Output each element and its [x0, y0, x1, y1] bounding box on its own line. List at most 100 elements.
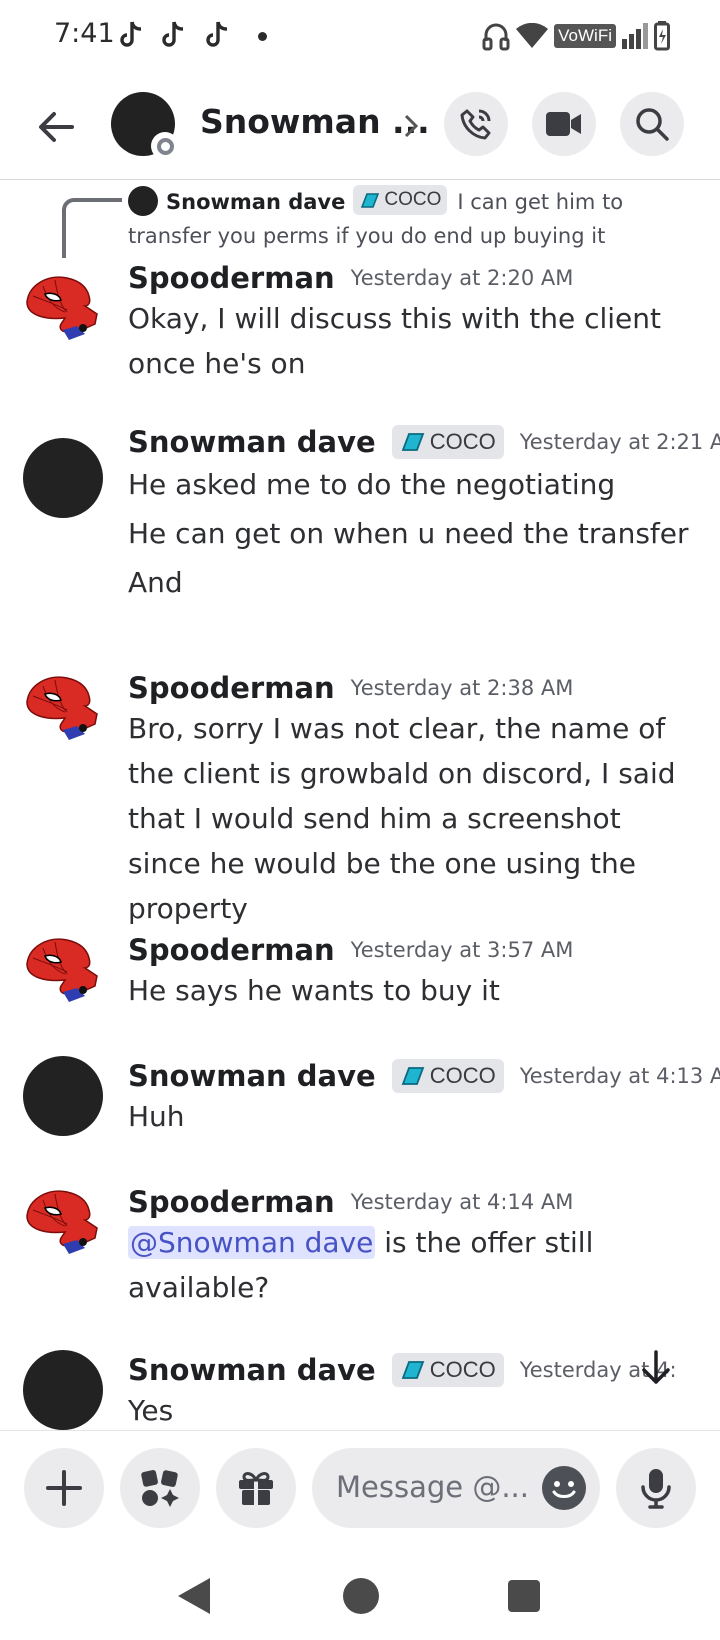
user-mention[interactable]: @Snowman dave	[128, 1226, 376, 1259]
snowman-avatar[interactable]	[23, 438, 103, 518]
message-text: Okay, I will discuss this with the clien…	[128, 302, 661, 380]
video-call-button[interactable]	[532, 92, 596, 156]
tiktok-icon	[162, 21, 184, 47]
message-body: Okay, I will discuss this with the clien…	[128, 296, 698, 386]
snowman-avatar[interactable]	[23, 1350, 103, 1430]
timestamp: Yesterday at 4:13 AM	[519, 1064, 720, 1088]
message-header: Spooderman Yesterday at 3:57 AM	[128, 930, 573, 970]
message-input[interactable]: Message @...	[312, 1448, 600, 1528]
apps-button[interactable]	[120, 1448, 200, 1528]
author-name[interactable]: Spooderman	[128, 671, 335, 705]
spooderman-avatar[interactable]	[23, 934, 103, 1014]
back-button[interactable]	[32, 102, 82, 152]
timestamp: Yesterday at 2:21 AM	[519, 430, 720, 454]
reply-preview[interactable]: Snowman dave COCO I can get him to transfe…	[128, 185, 698, 253]
message-header: Snowman dave COCO Yesterday at 4:	[128, 1350, 677, 1390]
battery-icon	[654, 21, 670, 51]
plus-icon	[46, 1470, 82, 1506]
message-body: Bro, sorry I was not clear, the name of …	[128, 706, 698, 931]
nav-back-button[interactable]	[178, 1578, 210, 1614]
gem-icon	[361, 193, 380, 208]
gem-icon	[401, 1067, 424, 1085]
dm-title[interactable]: Snowman ...	[200, 102, 430, 141]
message-body: Huh	[128, 1094, 698, 1139]
nav-recents-button[interactable]	[508, 1580, 540, 1612]
snowman-avatar[interactable]	[23, 1056, 103, 1136]
author-name[interactable]: Spooderman	[128, 261, 335, 295]
timestamp: Yesterday at 3:57 AM	[350, 938, 574, 962]
message-text: Huh	[128, 1100, 185, 1133]
spiderman-avatar-icon	[26, 938, 98, 1002]
system-navigation-bar	[0, 1540, 720, 1640]
message-header: Spooderman Yesterday at 2:20 AM	[128, 258, 573, 298]
arrow-down-icon	[642, 1350, 670, 1384]
video-icon	[546, 112, 581, 136]
tiktok-icon	[206, 21, 228, 47]
timestamp: Yesterday at 2:20 AM	[350, 266, 574, 290]
message-body: Yes	[128, 1388, 698, 1433]
spiderman-avatar-icon	[26, 1190, 98, 1254]
author-name[interactable]: Snowman dave	[128, 1353, 376, 1387]
message-body: @Snowman dave is the offer still availab…	[128, 1220, 698, 1310]
server-tag[interactable]: COCO	[391, 425, 504, 459]
headphones-icon	[482, 23, 510, 51]
spooderman-avatar[interactable]	[23, 272, 103, 352]
timestamp: Yesterday at 4:14 AM	[350, 1190, 574, 1214]
spiderman-avatar-icon	[26, 276, 98, 340]
arrow-left-icon	[39, 112, 74, 142]
status-time: 7:41	[54, 18, 115, 49]
notification-dot	[258, 32, 267, 41]
status-bar: 7:41 VoWiFi	[0, 0, 720, 72]
emoji-icon	[552, 1481, 576, 1498]
server-tag[interactable]: COCO	[391, 1353, 504, 1387]
message-text: He says he wants to buy it	[128, 974, 500, 1007]
server-tag[interactable]: COCO	[391, 1059, 504, 1093]
search-button[interactable]	[620, 92, 684, 156]
message-header: Spooderman Yesterday at 2:38 AM	[128, 668, 573, 708]
microphone-icon	[641, 1469, 671, 1509]
message-header: Snowman dave COCO Yesterday at 2:21 AM	[128, 422, 720, 462]
emoji-button[interactable]	[542, 1466, 586, 1510]
server-tag: COCO	[353, 185, 448, 215]
author-name[interactable]: Spooderman	[128, 1185, 335, 1219]
message-header: Spooderman Yesterday at 4:14 AM	[128, 1182, 573, 1222]
gem-icon	[401, 433, 424, 451]
author-name[interactable]: Snowman dave	[128, 425, 376, 459]
message-body: He says he wants to buy it	[128, 968, 698, 1013]
spooderman-avatar[interactable]	[23, 1186, 103, 1266]
status-indicator	[151, 132, 179, 160]
message-header: Snowman dave COCO Yesterday at 4:13 AM	[128, 1056, 720, 1096]
add-attachment-button[interactable]	[24, 1448, 104, 1528]
voice-call-button[interactable]	[444, 92, 508, 156]
jump-to-latest-button[interactable]	[636, 1348, 676, 1388]
timestamp: Yesterday at 2:38 AM	[350, 676, 574, 700]
tiktok-icon	[120, 21, 142, 47]
gift-icon	[239, 1472, 273, 1505]
status-icons: VoWiFi	[482, 20, 670, 52]
author-name[interactable]: Spooderman	[128, 933, 335, 967]
apps-icon	[141, 1470, 179, 1507]
message-placeholder: Message @...	[336, 1470, 529, 1504]
reply-connector	[62, 198, 122, 258]
signal-icon	[622, 23, 648, 49]
message-text: Bro, sorry I was not clear, the name of …	[128, 712, 676, 925]
search-icon	[636, 108, 669, 141]
gift-button[interactable]	[216, 1448, 296, 1528]
message-text: He asked me to do the negotiating	[128, 468, 616, 501]
spiderman-avatar-icon	[26, 676, 98, 740]
spooderman-avatar[interactable]	[23, 672, 103, 752]
vowifi-badge: VoWiFi	[554, 24, 616, 48]
gem-icon	[401, 1361, 424, 1379]
channel-header: Snowman ...	[0, 80, 720, 180]
call-icon	[460, 109, 491, 140]
author-name[interactable]: Snowman dave	[128, 1059, 376, 1093]
nav-home-button[interactable]	[343, 1578, 379, 1614]
reply-avatar	[128, 186, 158, 216]
message-text: Yes	[128, 1394, 174, 1427]
chevron-right-icon[interactable]	[400, 106, 424, 146]
voice-message-button[interactable]	[616, 1448, 696, 1528]
message-body: He asked me to do the negotiating He can…	[128, 460, 698, 607]
message-text: He can get on when u need the transfer	[128, 517, 689, 550]
wifi-icon	[516, 23, 549, 48]
message-text: And	[128, 566, 183, 599]
